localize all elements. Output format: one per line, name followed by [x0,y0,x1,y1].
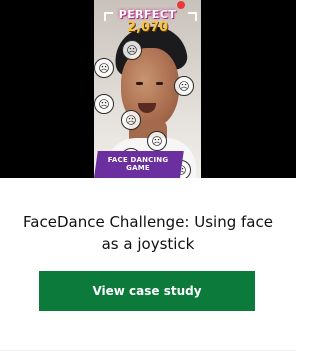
sad-emoji-icon: ☹ [94,58,114,78]
eye-graphic [156,82,163,85]
sad-emoji-icon: ☹ [121,110,141,130]
game-screen: PERFECT 2,070 ☹ ☹ ☹ ☹ ☹ ☹ ☺ ☹ FACE DANCI… [94,0,201,178]
sad-emoji-icon: ☹ [94,94,114,114]
case-study-card[interactable]: PERFECT 2,070 ☹ ☹ ☹ ☹ ☹ ☹ ☺ ☹ FACE DANCI… [0,0,296,353]
game-label-text: FACE DANCING GAME [107,156,169,172]
sad-emoji-icon: ☹ [174,76,194,96]
card-title: FaceDance Challenge: Using face as a joy… [23,213,273,253]
sad-emoji-icon: ☹ [147,131,167,151]
eye-graphic [136,82,143,85]
score-text: 2,070 [126,20,169,35]
video-thumbnail[interactable]: PERFECT 2,070 ☹ ☹ ☹ ☹ ☹ ☹ ☺ ☹ FACE DANCI… [0,0,296,178]
divider [0,350,296,351]
sad-emoji-icon: ☹ [122,40,142,60]
view-case-study-button[interactable]: View case study [39,271,255,311]
